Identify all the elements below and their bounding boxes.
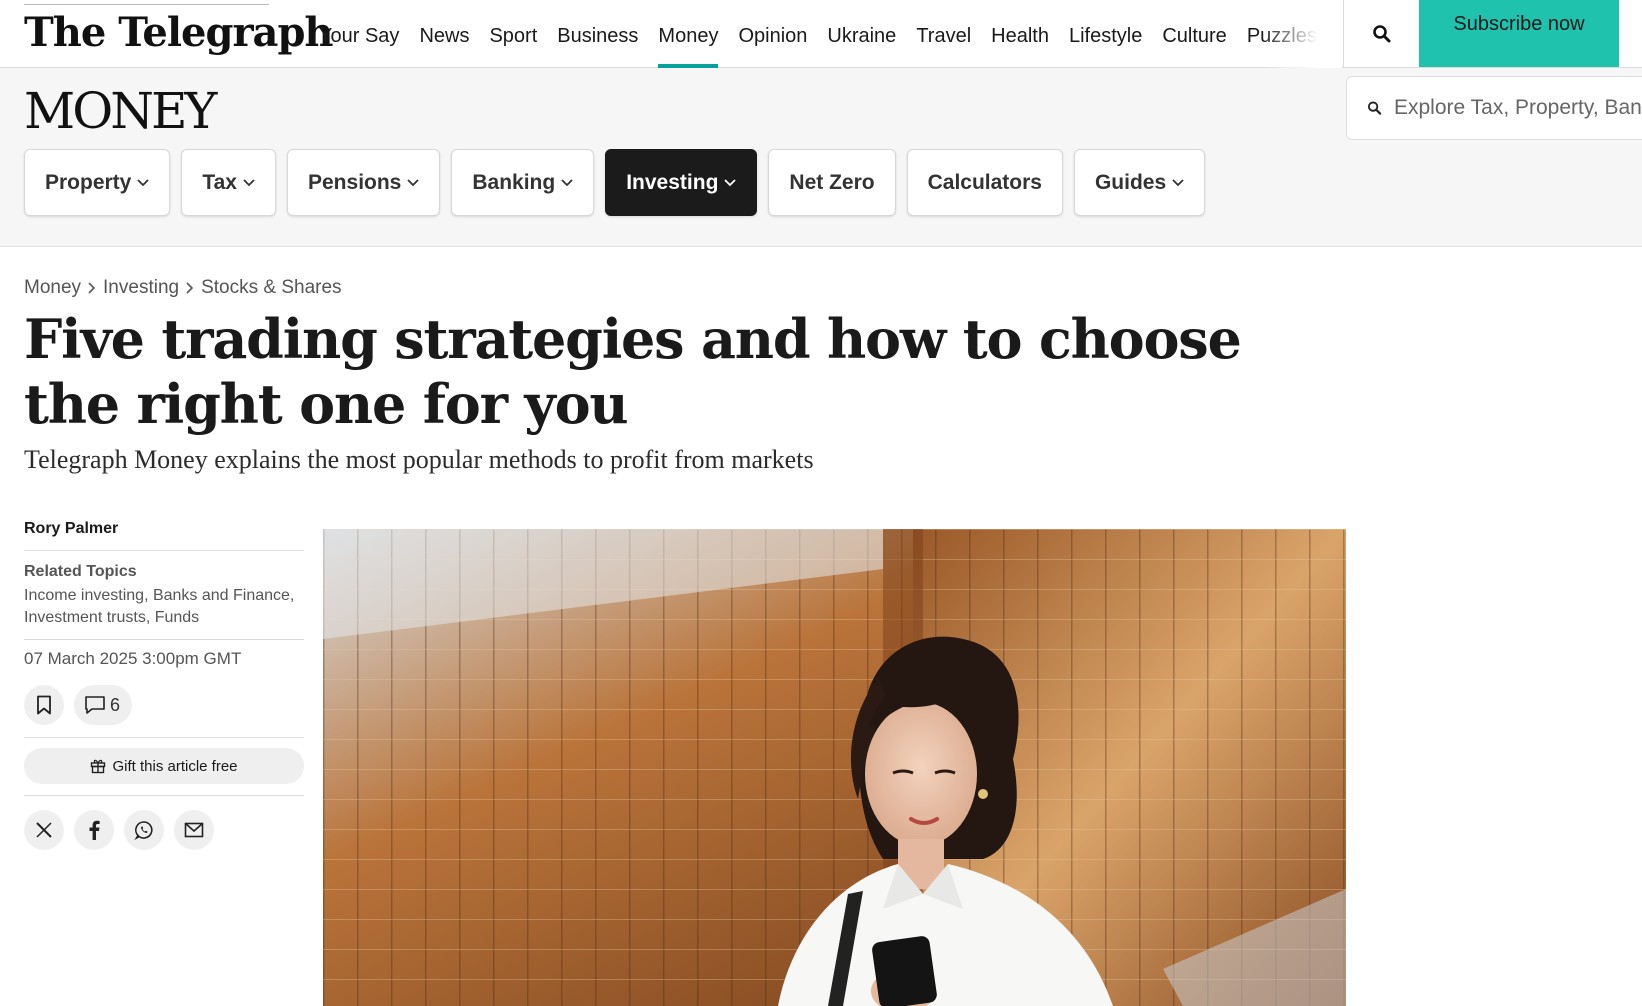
share-x-button[interactable] bbox=[24, 810, 64, 850]
nav-item-health[interactable]: Health bbox=[981, 0, 1059, 68]
chevron-down-icon bbox=[407, 178, 420, 186]
gift-icon bbox=[91, 759, 106, 774]
related-topics-list[interactable]: Income investing, Banks and Finance, Inv… bbox=[24, 585, 304, 629]
hero-photo bbox=[323, 529, 1346, 1006]
subnav-label: Net Zero bbox=[789, 170, 875, 194]
share-whatsapp-button[interactable] bbox=[124, 810, 164, 850]
publish-date: 07 March 2025 3:00pm GMT bbox=[24, 649, 242, 668]
nav-item-money[interactable]: Money bbox=[648, 0, 728, 68]
subnav-label: Pensions bbox=[308, 170, 402, 194]
share-bar bbox=[24, 796, 304, 850]
search-icon bbox=[1372, 25, 1390, 43]
gift-article-button[interactable]: Gift this article free bbox=[24, 748, 304, 784]
nav-item-ukraine[interactable]: Ukraine bbox=[817, 0, 906, 68]
subnav-label: Property bbox=[45, 170, 132, 194]
subnav-investing[interactable]: Investing bbox=[605, 149, 758, 216]
article-actions: 6 bbox=[24, 669, 304, 738]
bookmark-icon bbox=[37, 695, 51, 715]
nav-item-lifestyle[interactable]: Lifestyle bbox=[1059, 0, 1152, 68]
subnav-label: Guides bbox=[1094, 170, 1167, 194]
gift-label: Gift this article free bbox=[112, 757, 238, 775]
nav-item-opinion[interactable]: Opinion bbox=[728, 0, 817, 68]
subnav-pensions[interactable]: Pensions bbox=[287, 149, 441, 216]
whatsapp-icon bbox=[134, 821, 153, 840]
comment-count: 6 bbox=[110, 694, 121, 715]
breadcrumb: Money Investing Stocks & Shares bbox=[24, 277, 342, 299]
top-header: The Telegraph Your Say News Sport Busine… bbox=[0, 0, 1642, 68]
gift-row: Gift this article free bbox=[24, 738, 304, 796]
chevron-down-icon bbox=[561, 178, 573, 186]
related-topics: Related Topics Income investing, Banks a… bbox=[24, 551, 304, 640]
chevron-down-icon bbox=[1172, 178, 1184, 186]
logo-rule bbox=[24, 0, 269, 5]
nav-item-sport[interactable]: Sport bbox=[479, 0, 547, 68]
chevron-right-icon bbox=[186, 282, 194, 294]
subnav-tax[interactable]: Tax bbox=[181, 149, 276, 216]
section-search-box[interactable] bbox=[1346, 76, 1642, 140]
share-email-button[interactable] bbox=[174, 810, 214, 850]
subnav-calculators[interactable]: Calculators bbox=[906, 149, 1063, 216]
subnav-banking[interactable]: Banking bbox=[451, 149, 595, 216]
subnav-label: Tax bbox=[202, 170, 237, 194]
author-name[interactable]: Rory Palmer bbox=[24, 520, 304, 551]
article-meta: Rory Palmer Related Topics Income invest… bbox=[24, 520, 304, 850]
money-section-header: MONEY Property Tax Pensions Banking Inve… bbox=[0, 68, 1642, 247]
comments-button[interactable]: 6 bbox=[74, 685, 133, 725]
nav-item-your-say[interactable]: Your Say bbox=[309, 0, 409, 68]
section-search-input[interactable] bbox=[1394, 96, 1642, 120]
subnav-guides[interactable]: Guides bbox=[1073, 149, 1206, 216]
article-standfirst: Telegraph Money explains the most popula… bbox=[24, 445, 814, 474]
subnav-property[interactable]: Property bbox=[24, 149, 171, 216]
subscribe-button[interactable]: Subscribe now bbox=[1419, 0, 1619, 67]
breadcrumb-stocks-shares[interactable]: Stocks & Shares bbox=[201, 277, 341, 299]
article-hero-image bbox=[323, 529, 1346, 1006]
nav-item-travel[interactable]: Travel bbox=[906, 0, 981, 68]
nav-item-business[interactable]: Business bbox=[547, 0, 648, 68]
share-facebook-button[interactable] bbox=[74, 810, 114, 850]
telegraph-logo[interactable]: The Telegraph bbox=[24, 10, 334, 56]
subnav-label: Calculators bbox=[927, 170, 1042, 194]
email-icon bbox=[184, 822, 204, 838]
facebook-icon bbox=[89, 820, 100, 840]
bookmark-button[interactable] bbox=[24, 685, 64, 725]
subnav-label: Investing bbox=[626, 170, 719, 194]
search-icon bbox=[1367, 101, 1382, 115]
article-headline: Five trading strategies and how to choos… bbox=[24, 307, 1242, 436]
header-search-button[interactable] bbox=[1343, 0, 1419, 68]
chevron-down-icon bbox=[724, 178, 737, 186]
subnav-net-zero[interactable]: Net Zero bbox=[768, 149, 896, 216]
money-subnav: Property Tax Pensions Banking Investing … bbox=[24, 149, 1216, 216]
chevron-right-icon bbox=[88, 282, 96, 294]
chevron-down-icon bbox=[137, 178, 149, 186]
breadcrumb-investing[interactable]: Investing bbox=[103, 277, 179, 299]
section-title[interactable]: MONEY bbox=[24, 80, 217, 142]
nav-item-news[interactable]: News bbox=[409, 0, 479, 68]
related-topics-label: Related Topics bbox=[24, 563, 137, 580]
x-icon bbox=[36, 822, 52, 838]
main-nav: Your Say News Sport Business Money Opini… bbox=[309, 0, 1327, 68]
subnav-label: Banking bbox=[472, 170, 556, 194]
comment-icon bbox=[85, 696, 105, 714]
nav-fade bbox=[1262, 0, 1342, 68]
nav-item-culture[interactable]: Culture bbox=[1152, 0, 1236, 68]
chevron-down-icon bbox=[243, 178, 255, 186]
breadcrumb-money[interactable]: Money bbox=[24, 277, 81, 299]
